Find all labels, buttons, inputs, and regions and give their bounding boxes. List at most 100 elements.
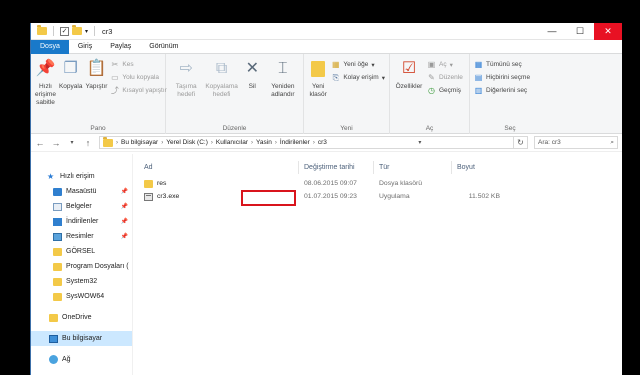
up-arrow-icon[interactable]: ↑ [83, 138, 93, 148]
group-label-ac: Aç [425, 125, 434, 132]
copy-icon: ❐ [63, 60, 78, 77]
column-header-size[interactable]: Boyut [452, 161, 500, 174]
nav-item-system32[interactable]: System32 [31, 274, 132, 289]
easy-access-icon: ⎘ [332, 73, 340, 82]
move-to-button[interactable]: ⇨ Taşıma hedefi [170, 58, 202, 134]
breadcrumb-indirilenler[interactable]: İndirilenler [280, 139, 310, 146]
edit-icon: ✎ [428, 73, 435, 82]
minimize-button[interactable]: — [538, 23, 566, 40]
delete-x-icon: ✕ [245, 60, 259, 77]
breadcrumb-bu-bilgisayar[interactable]: Bu bilgisayar [121, 139, 158, 146]
tab-dosya[interactable]: Dosya [31, 39, 69, 54]
rename-icon: ⌶ [278, 60, 288, 77]
red-highlight-box [241, 190, 296, 206]
nav-item-network[interactable]: Ağ [31, 352, 132, 367]
paste-shortcut-button[interactable]: ⤴ Kısayol yapıştır [110, 85, 167, 96]
nav-item-syswow64[interactable]: SysWOW64 [31, 289, 132, 304]
search-input[interactable]: Ara: cr3 ⌕ [534, 136, 618, 149]
ribbon: 📌 Hızlı erişime sabitle ❐ Kopyala 📋 Yapı… [31, 54, 622, 134]
maximize-button[interactable]: ☐ [566, 23, 594, 40]
breadcrumb-kullanicilar[interactable]: Kullanıcılar [216, 139, 248, 146]
window-controls: — ☐ ✕ [538, 22, 622, 40]
group-label-duzenle: Düzenle [222, 125, 247, 132]
column-header-name[interactable]: Ad [139, 161, 299, 174]
copy-to-button[interactable]: ⧉ Kopyalama hedefi [205, 58, 238, 134]
breadcrumb-yasin[interactable]: Yasin [256, 139, 272, 146]
folder-icon [144, 179, 153, 188]
nav-item-this-pc[interactable]: Bu bilgisayar [31, 331, 132, 346]
network-icon [49, 355, 58, 364]
search-icon: ⌕ [610, 138, 614, 146]
chevron-down-icon: ▾ [449, 61, 453, 69]
cut-button[interactable]: ✂ Kes [110, 59, 166, 70]
refresh-icon[interactable]: ↻ [512, 137, 527, 148]
forward-arrow-icon[interactable]: → [51, 138, 61, 148]
tab-paylas[interactable]: Paylaş [101, 40, 140, 54]
copy-button[interactable]: ❐ Kopyala [59, 58, 83, 134]
pin-quick-access-button[interactable]: 📌 Hızlı erişime sabitle [35, 58, 56, 134]
easy-access-button[interactable]: ⎘ Kolay erişim ▾ [331, 72, 385, 83]
folder-icon [53, 247, 62, 256]
download-icon [53, 217, 62, 226]
select-none-icon: ▤ [474, 73, 483, 82]
group-ac: ☑ Özellikler ▣ Aç ▾ ✎ Düzenle ◷ Geçmiş Aç [390, 54, 470, 134]
address-dropdown-icon[interactable]: ▾ [415, 139, 425, 146]
file-list: Ad Değiştirme tarihi Tür Boyut res 08.06… [133, 154, 622, 375]
path-icon: ▭ [111, 73, 119, 82]
copy-path-button[interactable]: ▭ Yolu kopyala [110, 72, 166, 83]
column-header-type[interactable]: Tür [374, 161, 452, 174]
nav-item-desktop[interactable]: Masaüstü 📌 [31, 184, 132, 199]
new-folder-button[interactable]: Yeni klasör [308, 58, 328, 134]
breadcrumb-cr3[interactable]: cr3 [318, 139, 327, 146]
column-headers: Ad Değiştirme tarihi Tür Boyut [139, 161, 622, 174]
new-folder-qat-icon[interactable] [72, 25, 82, 35]
select-none-button[interactable]: ▤ Hiçbirini seçme [474, 72, 530, 83]
history-button[interactable]: ◷ Geçmiş [427, 85, 463, 96]
group-yeni: Yeni klasör ▦ Yeni öğe ▾ ⎘ Kolay erişim ▾ Ye… [304, 54, 390, 134]
qat-dropdown-icon[interactable]: ▾ [85, 28, 88, 35]
breadcrumb-yerel-disk[interactable]: Yerel Disk (C:) [166, 139, 208, 146]
nav-item-downloads[interactable]: İndirilenler 📌 [31, 214, 132, 229]
group-label-sec: Seç [504, 125, 516, 132]
file-type: Dosya klasörü [379, 180, 423, 187]
documents-icon [53, 202, 62, 211]
open-button[interactable]: ▣ Aç ▾ [427, 59, 463, 70]
recent-dropdown-icon[interactable]: ▾ [67, 139, 77, 146]
file-row-res[interactable]: res 08.06.2015 09:07 Dosya klasörü [139, 177, 622, 190]
group-pano: 📌 Hızlı erişime sabitle ❐ Kopyala 📋 Yapı… [31, 54, 167, 134]
nav-item-pictures[interactable]: Resimler 📌 [31, 229, 132, 244]
new-item-icon: ▦ [332, 60, 340, 69]
nav-item-gorsel[interactable]: GÖRSEL [31, 244, 132, 259]
scissors-icon: ✂ [111, 60, 119, 69]
tab-gorunum[interactable]: Görünüm [140, 40, 187, 54]
star-icon: ★ [47, 171, 55, 181]
column-header-date[interactable]: Değiştirme tarihi [299, 161, 374, 174]
select-all-icon: ▦ [474, 60, 483, 69]
nav-item-onedrive[interactable]: OneDrive [31, 310, 132, 325]
nav-item-quick-access[interactable]: ★ Hızlı erişim [31, 169, 132, 184]
delete-button[interactable]: ✕ Sil [241, 58, 264, 134]
pin-icon: 📌 [120, 234, 128, 240]
pin-icon: 📌 [120, 204, 128, 210]
folder-icon [53, 262, 62, 271]
invert-selection-button[interactable]: ▥ Diğerlerini seç [474, 85, 530, 96]
back-arrow-icon[interactable]: ← [35, 138, 45, 148]
content-area: ★ Hızlı erişim Masaüstü 📌 Belgeler 📌 İnd… [31, 154, 622, 375]
new-item-button[interactable]: ▦ Yeni öğe ▾ [331, 59, 385, 70]
edit-button[interactable]: ✎ Düzenle [427, 72, 463, 83]
nav-item-documents[interactable]: Belgeler 📌 [31, 199, 132, 214]
clipboard-icon: 📋 [86, 60, 107, 77]
close-button[interactable]: ✕ [594, 22, 622, 40]
tab-giris[interactable]: Giriş [69, 40, 101, 54]
chevron-down-icon: ▾ [381, 74, 385, 82]
nav-item-program-files[interactable]: Program Dosyaları ( [31, 259, 132, 274]
pin-icon: 📌 [35, 60, 56, 77]
file-name: res [157, 180, 167, 187]
select-all-button[interactable]: ▦ Tümünü seç [474, 59, 530, 70]
file-row-cr3-exe[interactable]: cr3.exe 01.07.2015 09:23 Uygulama 11.502… [139, 190, 622, 203]
properties-qat-icon[interactable]: ✓ [60, 26, 69, 36]
paste-button[interactable]: 📋 Yapıştır [85, 58, 107, 134]
properties-button[interactable]: ☑ Özellikler [394, 58, 424, 134]
rename-button[interactable]: ⌶ Yeniden adlandır [267, 58, 299, 134]
address-bar[interactable]: › Bu bilgisayar › Yerel Disk (C:) › Kull… [99, 136, 528, 149]
